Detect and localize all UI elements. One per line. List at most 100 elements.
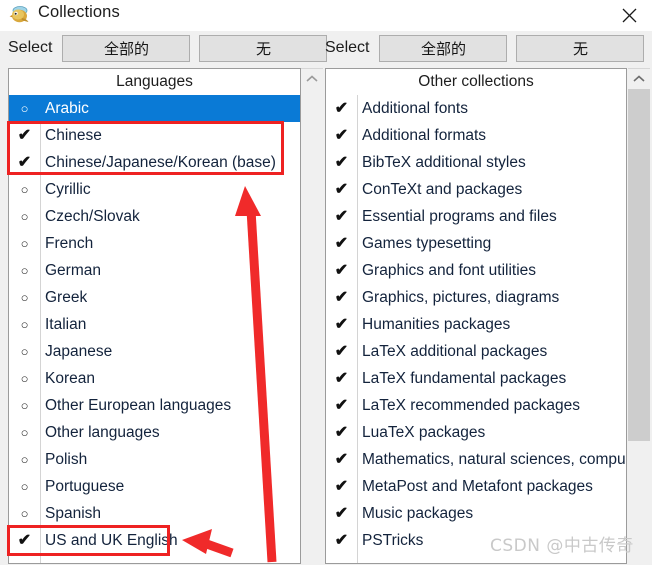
scroll-up-icon[interactable] xyxy=(301,69,323,89)
list-item[interactable]: ✔ Additional fonts xyxy=(326,95,626,122)
list-item-label: Polish xyxy=(45,450,88,468)
checkmark-icon[interactable]: ✔ xyxy=(9,532,40,549)
list-item[interactable]: ✔ Chinese/Japanese/Korean (base) xyxy=(9,149,300,176)
list-item-label: US and UK English xyxy=(45,531,178,549)
list-item-label: Chinese/Japanese/Korean (base) xyxy=(45,153,276,171)
right-select-none-button[interactable]: 无 xyxy=(516,34,645,62)
list-item[interactable]: ✔ Humanities packages xyxy=(326,311,626,338)
unchecked-circle-icon[interactable]: ○ xyxy=(9,102,40,115)
left-select-all-button[interactable]: 全部的 xyxy=(62,34,191,62)
checkmark-icon[interactable]: ✔ xyxy=(326,154,357,171)
list-item-label: Essential programs and files xyxy=(362,207,557,225)
close-icon[interactable] xyxy=(606,0,652,31)
unchecked-circle-icon[interactable]: ○ xyxy=(9,345,40,358)
checkmark-icon[interactable]: ✔ xyxy=(326,532,357,549)
csdn-watermark: CSDN @中古传奇 xyxy=(490,536,634,556)
languages-list[interactable]: ○ Arabic ✔ Chinese ✔ Chinese/Japanese/Korean … xyxy=(9,95,300,554)
checkmark-icon[interactable]: ✔ xyxy=(326,397,357,414)
unchecked-circle-icon[interactable]: ○ xyxy=(9,399,40,412)
left-scrollbar[interactable] xyxy=(301,68,323,564)
list-item[interactable]: ○ German xyxy=(9,257,300,284)
checkmark-icon[interactable]: ✔ xyxy=(326,343,357,360)
collections-dialog: Collections Select 全部的 无 Select 全部的 无 La… xyxy=(0,0,652,565)
list-item[interactable]: ○ French xyxy=(9,230,300,257)
list-item[interactable]: ○ Other languages xyxy=(9,419,300,446)
right-select-all-button[interactable]: 全部的 xyxy=(379,34,508,62)
checkmark-icon[interactable]: ✔ xyxy=(326,100,357,117)
checkmark-icon[interactable]: ✔ xyxy=(326,235,357,252)
list-item[interactable]: ○ Arabic xyxy=(9,95,300,122)
list-item-label: LaTeX fundamental packages xyxy=(362,369,567,387)
list-item-label: Additional formats xyxy=(362,126,487,144)
list-item-label: Korean xyxy=(45,369,95,387)
checkmark-icon[interactable]: ✔ xyxy=(326,262,357,279)
unchecked-circle-icon[interactable]: ○ xyxy=(9,507,40,520)
list-item[interactable]: ○ Greek xyxy=(9,284,300,311)
unchecked-circle-icon[interactable]: ○ xyxy=(9,291,40,304)
list-item[interactable]: ○ Japanese xyxy=(9,338,300,365)
list-item[interactable]: ✔ BibTeX additional styles xyxy=(326,149,626,176)
list-item[interactable]: ✔ MetaPost and Metafont packages xyxy=(326,473,626,500)
list-item[interactable]: ✔ LaTeX recommended packages xyxy=(326,392,626,419)
checkmark-icon[interactable]: ✔ xyxy=(326,370,357,387)
checkmark-icon[interactable]: ✔ xyxy=(326,424,357,441)
unchecked-circle-icon[interactable]: ○ xyxy=(9,480,40,493)
list-item-label: LaTeX recommended packages xyxy=(362,396,580,414)
list-item[interactable]: ✔ ConTeXt and packages xyxy=(326,176,626,203)
list-item-label: ConTeXt and packages xyxy=(362,180,523,198)
list-item[interactable]: ✔ Essential programs and files xyxy=(326,203,626,230)
list-item-label: German xyxy=(45,261,101,279)
list-item[interactable]: ✔ Chinese xyxy=(9,122,300,149)
list-item[interactable]: ○ Korean xyxy=(9,365,300,392)
list-item[interactable]: ✔ LaTeX additional packages xyxy=(326,338,626,365)
list-item-label: LaTeX additional packages xyxy=(362,342,548,360)
unchecked-circle-icon[interactable]: ○ xyxy=(9,453,40,466)
unchecked-circle-icon[interactable]: ○ xyxy=(9,210,40,223)
list-item[interactable]: ✔ US and UK English xyxy=(9,527,300,554)
unchecked-circle-icon[interactable]: ○ xyxy=(9,237,40,250)
list-item[interactable]: ○ Portuguese xyxy=(9,473,300,500)
right-select-toolbar: Select 全部的 无 xyxy=(325,33,652,63)
unchecked-circle-icon[interactable]: ○ xyxy=(9,264,40,277)
left-select-none-button[interactable]: 无 xyxy=(199,34,328,62)
list-item[interactable]: ✔ LaTeX fundamental packages xyxy=(326,365,626,392)
list-item[interactable]: ○ Other European languages xyxy=(9,392,300,419)
checkmark-icon[interactable]: ✔ xyxy=(326,505,357,522)
right-scrollbar[interactable] xyxy=(628,68,650,564)
list-item-label: Czech/Slovak xyxy=(45,207,140,225)
list-item-label: PSTricks xyxy=(362,531,424,549)
unchecked-circle-icon[interactable]: ○ xyxy=(9,318,40,331)
list-item[interactable]: ○ Cyrillic xyxy=(9,176,300,203)
unchecked-circle-icon[interactable]: ○ xyxy=(9,426,40,439)
unchecked-circle-icon[interactable]: ○ xyxy=(9,183,40,196)
list-item[interactable]: ✔ Mathematics, natural sciences, compu xyxy=(326,446,626,473)
list-item[interactable]: ✔ Graphics and font utilities xyxy=(326,257,626,284)
list-item-label: Cyrillic xyxy=(45,180,91,198)
title-bar: Collections xyxy=(0,0,652,31)
checkmark-icon[interactable]: ✔ xyxy=(9,127,40,144)
list-item-label: Additional fonts xyxy=(362,99,468,117)
list-item[interactable]: ✔ Games typesetting xyxy=(326,230,626,257)
other-collections-list[interactable]: ✔ Additional fonts ✔ Additional formats ✔ Bib… xyxy=(326,95,626,554)
checkmark-icon[interactable]: ✔ xyxy=(326,181,357,198)
list-item[interactable]: ○ Spanish xyxy=(9,500,300,527)
list-item-label: Italian xyxy=(45,315,87,333)
list-item[interactable]: ○ Polish xyxy=(9,446,300,473)
checkmark-icon[interactable]: ✔ xyxy=(326,127,357,144)
scrollbar-thumb[interactable] xyxy=(628,89,650,441)
checkmark-icon[interactable]: ✔ xyxy=(326,316,357,333)
list-item[interactable]: ✔ LuaTeX packages xyxy=(326,419,626,446)
checkmark-icon[interactable]: ✔ xyxy=(326,289,357,306)
checkmark-icon[interactable]: ✔ xyxy=(326,478,357,495)
list-item[interactable]: ✔ Music packages xyxy=(326,500,626,527)
unchecked-circle-icon[interactable]: ○ xyxy=(9,372,40,385)
list-item[interactable]: ✔ Additional formats xyxy=(326,122,626,149)
list-item[interactable]: ✔ Graphics, pictures, diagrams xyxy=(326,284,626,311)
checkmark-icon[interactable]: ✔ xyxy=(9,154,40,171)
list-item[interactable]: ○ Italian xyxy=(9,311,300,338)
scroll-up-icon[interactable] xyxy=(628,69,650,89)
checkmark-icon[interactable]: ✔ xyxy=(326,208,357,225)
list-item[interactable]: ○ Czech/Slovak xyxy=(9,203,300,230)
list-item-label: Mathematics, natural sciences, compu xyxy=(362,450,626,468)
checkmark-icon[interactable]: ✔ xyxy=(326,451,357,468)
